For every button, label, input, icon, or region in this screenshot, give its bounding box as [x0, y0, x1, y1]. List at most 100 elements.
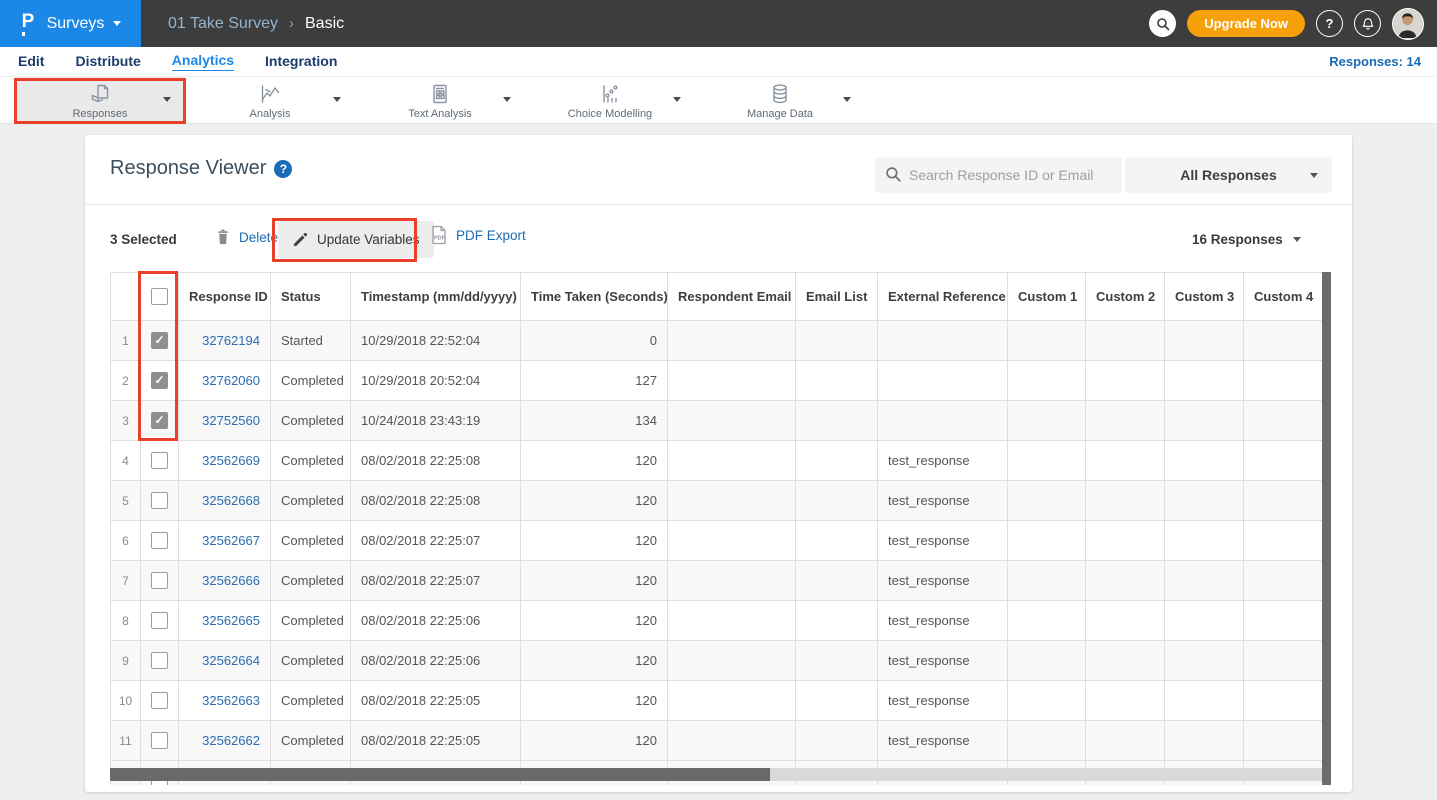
response-id-link[interactable]: 32562669 [202, 453, 260, 468]
chevron-down-icon[interactable] [503, 97, 511, 102]
row-checkbox[interactable] [151, 412, 168, 429]
response-id-link[interactable]: 32762194 [202, 333, 260, 348]
cell-timestamp: 10/29/2018 22:52:04 [351, 321, 521, 361]
cell-timestamp: 08/02/2018 22:25:06 [351, 641, 521, 681]
response-id-link[interactable]: 32562666 [202, 573, 260, 588]
delete-button[interactable]: Delete [215, 228, 278, 246]
row-checkbox[interactable] [151, 652, 168, 669]
responses-count: Responses: 14 [1329, 54, 1437, 69]
cell-custom-2 [1086, 361, 1165, 401]
cell-status: Completed [271, 441, 351, 481]
response-id-link[interactable]: 32752560 [202, 413, 260, 428]
response-id-link[interactable]: 32562663 [202, 693, 260, 708]
title-help-icon[interactable]: ? [274, 160, 292, 178]
response-id-link[interactable]: 32562664 [202, 653, 260, 668]
update-variables-button[interactable]: Update Variables [278, 221, 434, 258]
chevron-down-icon[interactable] [333, 97, 341, 102]
tab-distribute[interactable]: Distribute [75, 53, 140, 71]
chevron-down-icon[interactable] [673, 97, 681, 102]
response-id-link[interactable]: 32562668 [202, 493, 260, 508]
product-menu[interactable]: P Surveys [0, 0, 141, 47]
row-checkbox[interactable] [151, 492, 168, 509]
cell-time-taken: 120 [521, 561, 668, 601]
chevron-down-icon [1293, 237, 1301, 242]
row-checkbox[interactable] [151, 692, 168, 709]
response-id-link[interactable]: 32562662 [202, 733, 260, 748]
notifications-bell-icon[interactable] [1354, 10, 1381, 37]
breadcrumb-separator: › [289, 15, 294, 32]
response-filter-dropdown[interactable]: All Responses [1125, 157, 1332, 193]
vertical-scrollbar-thumb[interactable] [1322, 272, 1331, 785]
cell-custom-3 [1165, 641, 1244, 681]
cell-respondent-email [668, 481, 796, 521]
col-response-id[interactable]: Response ID [179, 273, 271, 321]
cell-custom-4 [1244, 401, 1323, 441]
tab-analytics[interactable]: Analytics [172, 52, 234, 71]
toolbar-item-text-analysis[interactable]: Text Analysis [355, 77, 525, 124]
user-avatar[interactable] [1392, 8, 1424, 40]
cell-custom-4 [1244, 441, 1323, 481]
toolbar-item-responses[interactable]: Responses [15, 77, 185, 124]
chevron-down-icon[interactable] [843, 97, 851, 102]
response-filter-value: All Responses [1180, 167, 1276, 183]
cell-custom-3 [1165, 441, 1244, 481]
row-checkbox[interactable] [151, 612, 168, 629]
help-icon[interactable]: ? [1316, 10, 1343, 37]
toolbar-item-analysis[interactable]: Analysis [185, 77, 355, 124]
page-title: Response Viewer ? [110, 157, 292, 180]
search-icon [885, 166, 902, 183]
table-row: 2 32762060 Completed 10/29/2018 20:52:04… [111, 361, 1323, 401]
response-id-link[interactable]: 32562665 [202, 613, 260, 628]
cell-external-reference: test_response [878, 721, 1008, 761]
horizontal-scrollbar-thumb[interactable] [110, 768, 770, 781]
pdf-export-button[interactable]: PDF PDF Export [430, 225, 526, 245]
row-checkbox[interactable] [151, 372, 168, 389]
search-icon[interactable] [1149, 10, 1176, 37]
row-number: 8 [111, 601, 141, 641]
choice-modelling-icon [598, 82, 622, 106]
cell-status: Completed [271, 561, 351, 601]
upgrade-now-button[interactable]: Upgrade Now [1187, 10, 1305, 37]
cell-custom-1 [1008, 361, 1086, 401]
col-time-taken[interactable]: Time Taken (Seconds) [521, 273, 668, 321]
response-id-link[interactable]: 32562667 [202, 533, 260, 548]
search-input[interactable] [875, 157, 1122, 193]
row-number: 7 [111, 561, 141, 601]
cell-custom-3 [1165, 681, 1244, 721]
cell-external-reference [878, 321, 1008, 361]
cell-time-taken: 0 [521, 321, 668, 361]
cell-time-taken: 127 [521, 361, 668, 401]
response-id-link[interactable]: 32762060 [202, 373, 260, 388]
cell-status: Completed [271, 601, 351, 641]
cell-timestamp: 08/02/2018 22:25:08 [351, 441, 521, 481]
cell-time-taken: 120 [521, 641, 668, 681]
table-row: 9 32562664 Completed 08/02/2018 22:25:06… [111, 641, 1323, 681]
survey-nav: Edit Distribute Analytics Integration Re… [0, 47, 1437, 77]
cell-respondent-email [668, 561, 796, 601]
row-number-header [111, 273, 141, 321]
col-timestamp[interactable]: Timestamp (mm/dd/yyyy) [351, 273, 521, 321]
row-checkbox[interactable] [151, 572, 168, 589]
col-custom-1: Custom 1 [1008, 273, 1086, 321]
select-all-checkbox[interactable] [151, 288, 168, 305]
chevron-down-icon[interactable] [163, 97, 171, 102]
toolbar-item-manage-data[interactable]: Manage Data [695, 77, 865, 124]
cell-time-taken: 120 [521, 721, 668, 761]
row-checkbox[interactable] [151, 332, 168, 349]
row-checkbox[interactable] [151, 732, 168, 749]
row-checkbox[interactable] [151, 532, 168, 549]
toolbar-item-choice-modelling[interactable]: Choice Modelling [525, 77, 695, 124]
breadcrumb-survey-link[interactable]: 01 Take Survey [168, 15, 278, 33]
row-checkbox[interactable] [151, 452, 168, 469]
cell-email-list [796, 681, 878, 721]
responses-count-dropdown[interactable]: 16 Responses [1192, 232, 1301, 247]
cell-custom-4 [1244, 641, 1323, 681]
cell-time-taken: 120 [521, 681, 668, 721]
tab-integration[interactable]: Integration [265, 53, 337, 71]
cell-email-list [796, 561, 878, 601]
text-analysis-icon [428, 82, 452, 106]
horizontal-scrollbar-track[interactable] [110, 768, 1322, 781]
cell-email-list [796, 441, 878, 481]
tab-edit[interactable]: Edit [18, 53, 44, 71]
cell-custom-3 [1165, 361, 1244, 401]
